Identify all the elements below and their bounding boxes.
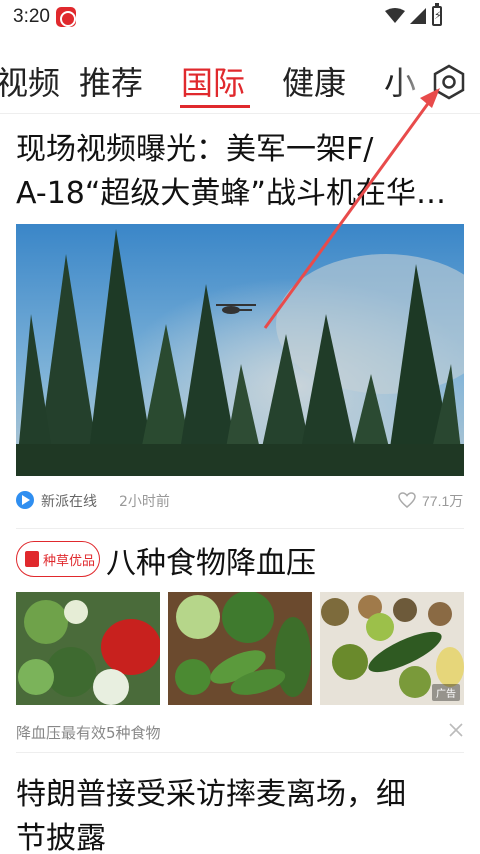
annotation-arrow xyxy=(263,88,440,329)
